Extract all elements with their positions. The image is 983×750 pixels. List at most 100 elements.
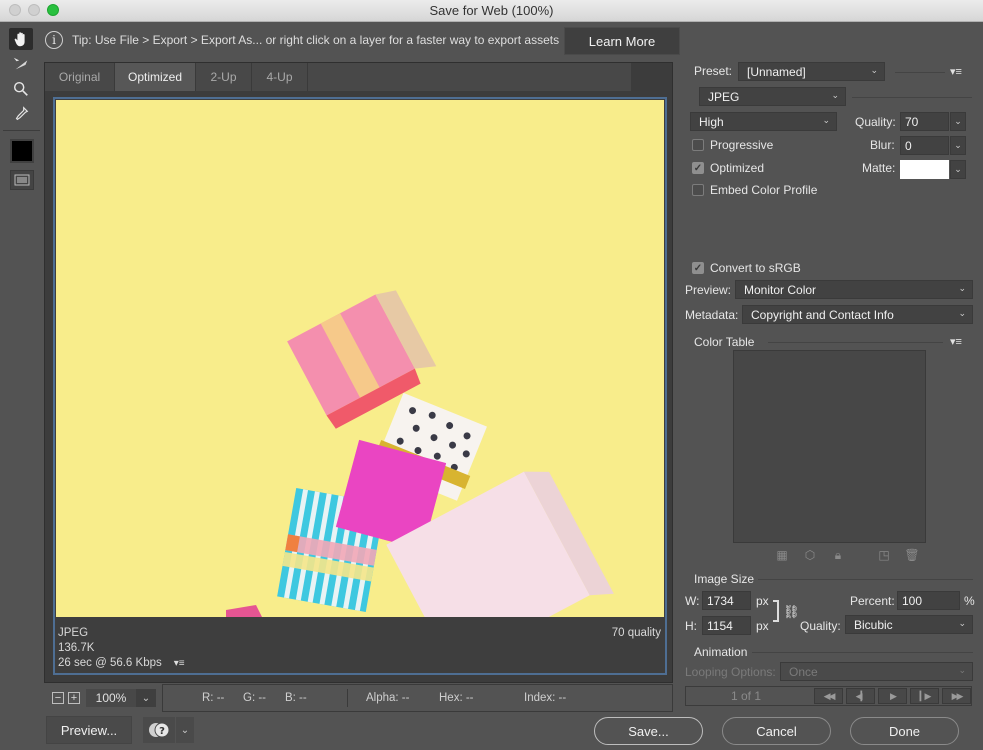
zoom-tool[interactable] bbox=[9, 78, 33, 100]
zoom-controls: − + 100% ⌄ bbox=[44, 685, 156, 711]
quality-field[interactable]: 70 bbox=[900, 112, 949, 131]
looping-options-dropdown[interactable]: Once ⌄ bbox=[780, 662, 973, 681]
blur-label: Blur: bbox=[870, 138, 895, 152]
optimize-menu-icon[interactable]: ▾≡ bbox=[950, 65, 962, 78]
zoom-level-field[interactable]: 100% bbox=[86, 689, 136, 707]
width-field[interactable]: 1734 bbox=[702, 591, 751, 610]
quality-slider-button[interactable]: ⌄ bbox=[950, 112, 966, 131]
previous-frame-icon: ◀▎ bbox=[855, 690, 868, 701]
metadata-label: Metadata: bbox=[685, 308, 739, 322]
blur-field[interactable]: 0 bbox=[900, 136, 949, 155]
tab-4-up[interactable]: 4-Up bbox=[252, 63, 308, 91]
save-button[interactable]: Save... bbox=[594, 717, 703, 745]
optimized-checkbox[interactable]: ✓ bbox=[692, 162, 704, 174]
frame-counter: 1 of 1 bbox=[730, 689, 762, 703]
preview-image[interactable] bbox=[56, 100, 664, 617]
zoom-level-dropdown[interactable]: ⌄ bbox=[136, 689, 156, 707]
zoom-out-button[interactable]: − bbox=[52, 692, 64, 704]
percent-unit: % bbox=[964, 594, 975, 608]
view-tabs: Original Optimized 2-Up 4-Up bbox=[45, 63, 631, 91]
readout-alpha: Alpha: -- bbox=[366, 692, 410, 704]
info-file-size: 136.7K bbox=[58, 642, 95, 654]
matte-dropdown[interactable]: ⌄ bbox=[950, 160, 966, 179]
readout-index: Index: -- bbox=[524, 692, 567, 704]
gift-boxes-photo bbox=[56, 100, 664, 617]
chevron-down-icon: ⌄ bbox=[958, 618, 966, 628]
tab-original[interactable]: Original bbox=[45, 63, 115, 91]
toolbox-divider bbox=[3, 130, 40, 131]
width-label: W: bbox=[685, 594, 700, 608]
readout-r: R: -- bbox=[202, 692, 225, 704]
color-table-actions: ▦ ⬡ 🔒︎ ◳ 🗑︎ bbox=[773, 548, 921, 563]
compression-quality-dropdown[interactable]: High ⌄ bbox=[690, 112, 837, 131]
resample-quality-dropdown[interactable]: Bicubic ⌄ bbox=[845, 615, 973, 634]
matte-label: Matte: bbox=[862, 161, 896, 175]
learn-more-button[interactable]: Learn More bbox=[564, 27, 680, 55]
looping-options-value: Once bbox=[789, 664, 818, 679]
toggle-slices-button[interactable] bbox=[10, 170, 34, 190]
resample-quality-value: Bicubic bbox=[854, 617, 893, 632]
percent-field[interactable]: 100 bbox=[897, 591, 960, 610]
animation-title: Animation bbox=[694, 645, 748, 659]
blur-slider-button[interactable]: ⌄ bbox=[950, 136, 966, 155]
web-snap-icon[interactable]: ⬡ bbox=[801, 548, 819, 563]
first-frame-icon: ◀◀ bbox=[823, 690, 836, 701]
slice-select-icon bbox=[13, 57, 28, 70]
next-frame-icon: ▎▶ bbox=[919, 690, 932, 701]
done-button[interactable]: Done bbox=[850, 717, 959, 745]
preview-in-browser-button[interactable]: Preview... bbox=[46, 716, 132, 744]
compression-quality-value: High bbox=[699, 114, 724, 129]
zoom-in-button[interactable]: + bbox=[68, 692, 80, 704]
hand-tool[interactable] bbox=[9, 28, 33, 50]
lock-color-icon[interactable]: 🔒︎ bbox=[829, 548, 847, 563]
progressive-checkbox[interactable] bbox=[692, 139, 704, 151]
width-unit: px bbox=[756, 594, 769, 608]
color-table-menu-icon[interactable]: ▾≡ bbox=[950, 335, 962, 348]
play-button[interactable]: ▶ bbox=[878, 688, 907, 704]
tip-text: Tip: Use File > Export > Export As... or… bbox=[72, 33, 560, 47]
preview-panel: Original Optimized 2-Up 4-Up JPEG 136.7K… bbox=[44, 62, 673, 683]
chevron-down-icon: ⌄ bbox=[958, 283, 966, 293]
height-field[interactable]: 1154 bbox=[702, 616, 751, 635]
constrain-bracket bbox=[773, 600, 779, 622]
preset-label: Preset: bbox=[694, 64, 733, 78]
percent-label: Percent: bbox=[850, 594, 895, 608]
slice-select-tool[interactable] bbox=[9, 53, 33, 75]
color-table[interactable] bbox=[733, 350, 926, 543]
browser-dropdown[interactable]: ⌄ bbox=[176, 717, 194, 743]
chevron-down-icon: ⌄ bbox=[870, 65, 878, 75]
previous-frame-button[interactable]: ◀▎ bbox=[846, 688, 875, 704]
last-frame-button[interactable]: ▶▶ bbox=[942, 688, 971, 704]
tab-optimized[interactable]: Optimized bbox=[115, 63, 196, 91]
metadata-dropdown[interactable]: Copyright and Contact Info ⌄ bbox=[742, 305, 973, 324]
info-download-time: 26 sec @ 56.6 Kbps bbox=[58, 657, 162, 669]
new-color-icon[interactable]: ◳ bbox=[875, 548, 893, 563]
first-frame-button[interactable]: ◀◀ bbox=[814, 688, 843, 704]
cancel-button[interactable]: Cancel bbox=[722, 717, 831, 745]
preview-color-dropdown[interactable]: Monitor Color ⌄ bbox=[735, 280, 973, 299]
last-frame-icon: ▶▶ bbox=[951, 690, 964, 701]
file-format-value: JPEG bbox=[708, 89, 740, 104]
matte-color-swatch[interactable] bbox=[900, 160, 949, 179]
preset-value: [Unnamed] bbox=[747, 64, 806, 79]
color-readout: R: -- G: -- B: -- Alpha: -- Hex: -- Inde… bbox=[162, 684, 673, 712]
tab-2-up[interactable]: 2-Up bbox=[196, 63, 252, 91]
preset-dropdown[interactable]: [Unnamed] ⌄ bbox=[738, 62, 885, 81]
transparency-icon[interactable]: ▦ bbox=[773, 548, 791, 563]
chevron-down-icon: ⌄ bbox=[831, 90, 839, 100]
trash-icon[interactable]: 🗑︎ bbox=[903, 548, 921, 563]
next-frame-button[interactable]: ▎▶ bbox=[910, 688, 939, 704]
color-table-title: Color Table bbox=[694, 335, 755, 349]
constrain-proportions-icon[interactable]: ⛓︎ bbox=[783, 604, 800, 620]
eyedropper-color-swatch[interactable] bbox=[10, 139, 34, 163]
download-speed-menu-icon[interactable]: ▾≡ bbox=[174, 656, 185, 671]
browser-select-button[interactable]: ? bbox=[143, 717, 175, 743]
embed-color-profile-checkbox[interactable] bbox=[692, 184, 704, 196]
convert-srgb-checkbox[interactable]: ✓ bbox=[692, 262, 704, 274]
chevron-down-icon: ⌄ bbox=[958, 308, 966, 318]
chevron-down-icon: ⌄ bbox=[141, 692, 151, 704]
file-format-dropdown[interactable]: JPEG ⌄ bbox=[699, 87, 846, 106]
eyedropper-tool[interactable] bbox=[9, 103, 33, 125]
readout-g: G: -- bbox=[243, 692, 266, 704]
chevron-down-icon: ⌄ bbox=[954, 116, 962, 126]
